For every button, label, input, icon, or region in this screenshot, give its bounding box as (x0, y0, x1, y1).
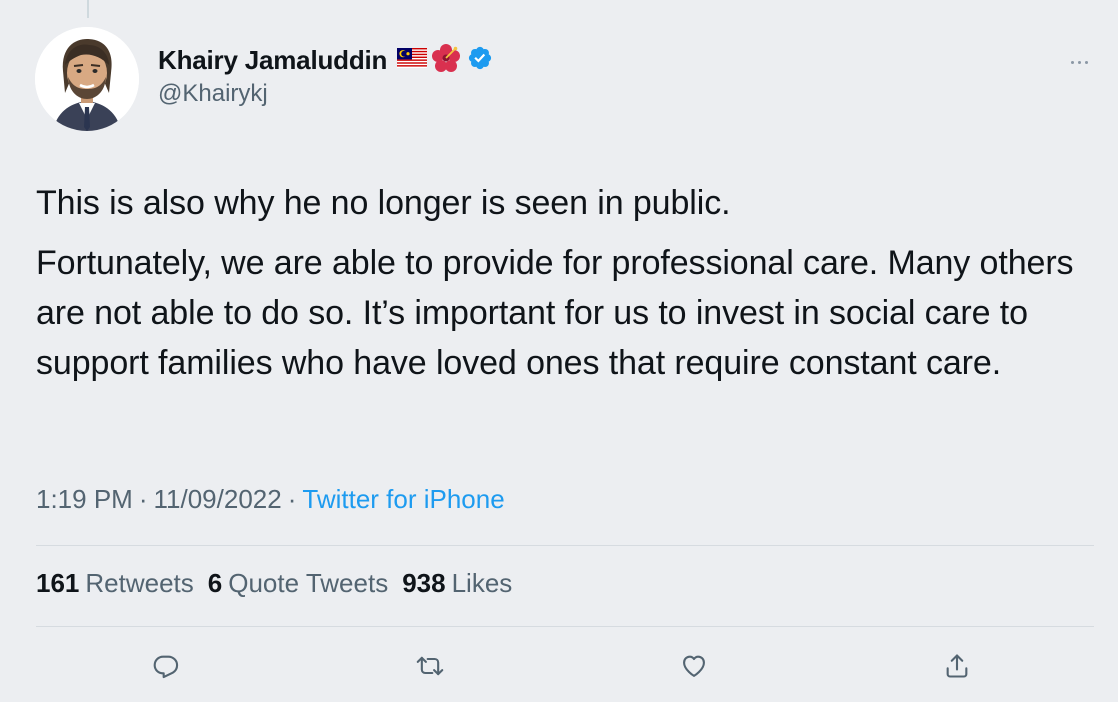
tweet-paragraph: Fortunately, we are able to provide for … (36, 244, 1074, 382)
retweets-label: Retweets (85, 568, 194, 598)
tweet-paragraph: This is also why he no longer is seen in… (36, 184, 731, 222)
tweet-date[interactable]: 11/09/2022 (154, 484, 282, 514)
more-dot-icon (1077, 60, 1081, 64)
hibiscus-icon (431, 43, 461, 78)
likes-stat[interactable]: 938 Likes (402, 568, 512, 599)
quote-tweets-count: 6 (207, 568, 223, 598)
author-handle[interactable]: @Khairykj (158, 80, 493, 108)
author-block: Khairy Jamaluddin @Khairykj (158, 43, 493, 108)
meta-separator: · (138, 484, 148, 514)
quote-tweets-label: Quote Tweets (228, 568, 389, 598)
retweets-count: 161 (36, 568, 80, 598)
retweets-stat[interactable]: 161 Retweets (36, 568, 194, 599)
author-name-row: Khairy Jamaluddin (158, 43, 493, 78)
author-display-name[interactable]: Khairy Jamaluddin (158, 45, 387, 76)
thread-connector-line (87, 0, 89, 18)
quote-tweets-stat[interactable]: 6 Quote Tweets (208, 568, 388, 599)
more-dot-icon (1084, 60, 1088, 64)
tweet-source-link[interactable]: Twitter for iPhone (302, 484, 504, 514)
tweet-meta: 1:19 PM · 11/09/2022 · Twitter for iPhone (36, 484, 505, 515)
more-options-button[interactable] (1062, 50, 1096, 74)
tweet-time[interactable]: 1:19 PM (36, 484, 133, 514)
divider (36, 626, 1094, 627)
meta-separator: · (287, 484, 297, 514)
share-icon (946, 654, 968, 678)
share-button[interactable] (937, 646, 977, 686)
likes-label: Likes (451, 568, 513, 598)
tweet-card: Khairy Jamaluddin @Khairykj This is also… (0, 0, 1118, 702)
tweet-actions (0, 646, 1118, 686)
more-dot-icon (1070, 60, 1074, 64)
malaysia-flag-icon (397, 47, 428, 73)
verified-badge-icon (467, 45, 493, 76)
likes-count: 938 (402, 568, 446, 598)
avatar-cartoon-icon (35, 27, 139, 131)
reply-button[interactable] (146, 646, 186, 686)
tweet-stats: 161 Retweets 6 Quote Tweets 938 Likes (36, 568, 526, 599)
retweet-button[interactable] (410, 646, 450, 686)
reply-icon (153, 655, 179, 679)
divider (36, 545, 1094, 546)
tweet-text: This is also why he no longer is seen in… (36, 178, 1096, 388)
like-icon (683, 655, 705, 677)
like-button[interactable] (674, 646, 714, 686)
retweet-icon (416, 656, 444, 676)
avatar[interactable] (35, 27, 139, 131)
